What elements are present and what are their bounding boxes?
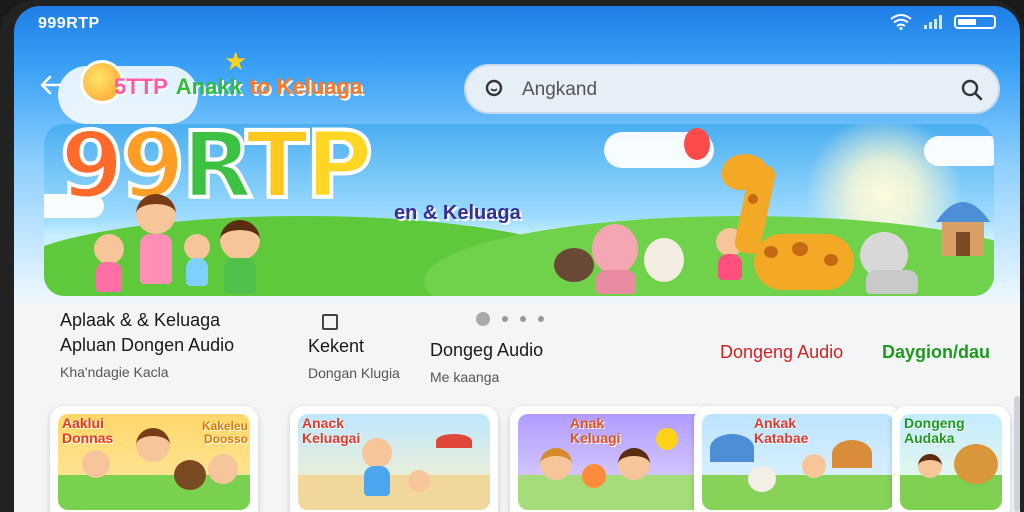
cloud-illustration [924, 136, 994, 166]
banner-title-char: 9 [58, 124, 126, 219]
nav-item-subtitle: Apluan Dongen Audio [60, 335, 235, 355]
star-icon: ★ [224, 46, 248, 76]
nav-item-family[interactable]: Aplaak & & Keluaga Apluan Dongen Audio K… [60, 310, 234, 380]
nav-item-caption: Me kaanga [430, 369, 500, 385]
signal-icon [924, 15, 942, 29]
device-frame: 999RTP ★ 5TTP Anakk to Keluaga Angkand 9… [0, 0, 1024, 512]
nav-item-title: Kekent [308, 336, 365, 356]
back-arrow-icon[interactable] [38, 72, 64, 98]
card-title-secondary: Kakeleu Doosso [201, 419, 248, 446]
story-card[interactable]: Dongeng Audaka [892, 406, 1010, 512]
nav-item-caption: Kha'ndagie Kacla [60, 364, 169, 380]
nav-item-title: Dongeg Audio [430, 340, 544, 360]
nav-item-daygion[interactable]: Daygion/dau [882, 342, 990, 363]
balloon-illustration [684, 128, 710, 160]
logo-text-part: 5TTP [114, 74, 168, 99]
nav-item-caption: Dongan Klugia [308, 365, 400, 381]
nav-item-dongeng-audio[interactable]: Dongeng Audio [720, 342, 843, 363]
nav-item-title: Aplaak & & Keluaga [60, 310, 221, 330]
search-icon[interactable] [960, 78, 984, 102]
card-title: Aaklui Donnas [62, 415, 114, 446]
bookmark-icon [322, 314, 338, 330]
scrollbar[interactable] [1014, 396, 1020, 512]
story-card[interactable]: Aaklui Donnas Kakeleu Doosso [50, 406, 258, 512]
app-logo[interactable]: 5TTP Anakk to Keluaga [114, 74, 362, 100]
nav-item-dongeg-audio[interactable]: Dongeg Audio Me kaanga [430, 340, 543, 385]
hero-banner[interactable]: 99RTP en & Keluaga [44, 124, 994, 296]
banner-title: 99RTP [58, 124, 375, 214]
story-cards: Aaklui Donnas Kakeleu Doosso Anack Kelua… [50, 406, 1020, 512]
category-nav: Aplaak & & Keluaga Apluan Dongen Audio K… [14, 310, 1020, 400]
story-card[interactable]: Ankak Katabae [694, 406, 902, 512]
banner-subtitle: en & Keluaga [394, 202, 521, 224]
logo-text-part: Anakk [175, 74, 242, 99]
banner-title-char: P [304, 124, 375, 219]
logo-text-part: to Keluaga [249, 74, 363, 99]
status-title: 999RTP [38, 15, 100, 32]
hut-illustration [936, 202, 990, 256]
status-bar: 999RTP [14, 6, 1020, 40]
card-title: Dongeng Audaka [904, 415, 965, 446]
banner-title-char: T [244, 124, 311, 219]
card-title: Ankak Katabae [754, 415, 809, 446]
search-input[interactable] [522, 76, 922, 104]
status-icons [890, 14, 996, 30]
card-title: Anack Keluagai [302, 415, 361, 446]
story-card[interactable]: Anack Keluagai [290, 406, 498, 512]
search-lead-icon [485, 79, 503, 97]
card-title: Anak Keluagi [570, 415, 621, 446]
banner-title-char: R [180, 124, 251, 219]
battery-icon [954, 15, 996, 29]
app-header: ★ 5TTP Anakk to Keluaga [14, 46, 1020, 124]
search-bar[interactable] [464, 64, 1000, 114]
nav-item-kekent[interactable]: Kekent Dongan Klugia [308, 310, 400, 381]
story-card[interactable]: Anak Keluagi [510, 406, 718, 512]
app-screen: 999RTP ★ 5TTP Anakk to Keluaga Angkand 9… [14, 6, 1020, 512]
wifi-icon [890, 14, 912, 30]
